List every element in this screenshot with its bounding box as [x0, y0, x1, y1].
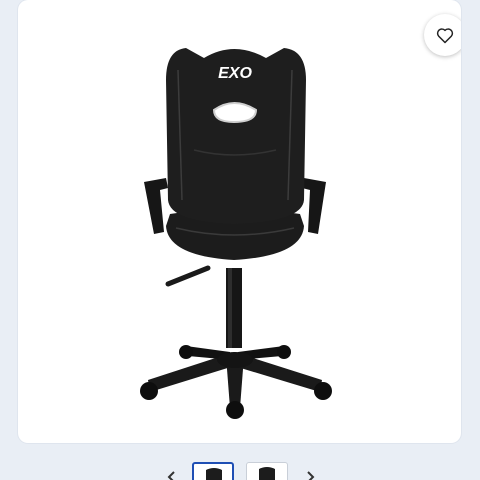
thumbnail-1[interactable]	[192, 462, 234, 480]
favorite-button[interactable]	[424, 14, 461, 56]
brand-logo: EXO	[218, 65, 252, 82]
previous-image-button[interactable]	[162, 470, 182, 480]
chevron-left-icon	[167, 471, 175, 480]
heart-outline-icon	[436, 28, 454, 44]
product-image-card: EXO	[18, 0, 461, 443]
product-gallery-page: EXO	[0, 0, 480, 480]
thumbnail-chair-image	[259, 467, 275, 480]
thumbnail-strip	[0, 460, 480, 480]
thumbnail-2[interactable]	[246, 462, 288, 480]
thumbnail-chair-image	[206, 468, 222, 480]
next-image-button[interactable]	[300, 470, 320, 480]
chevron-right-icon	[307, 471, 315, 480]
product-image[interactable]: EXO	[18, 0, 461, 443]
